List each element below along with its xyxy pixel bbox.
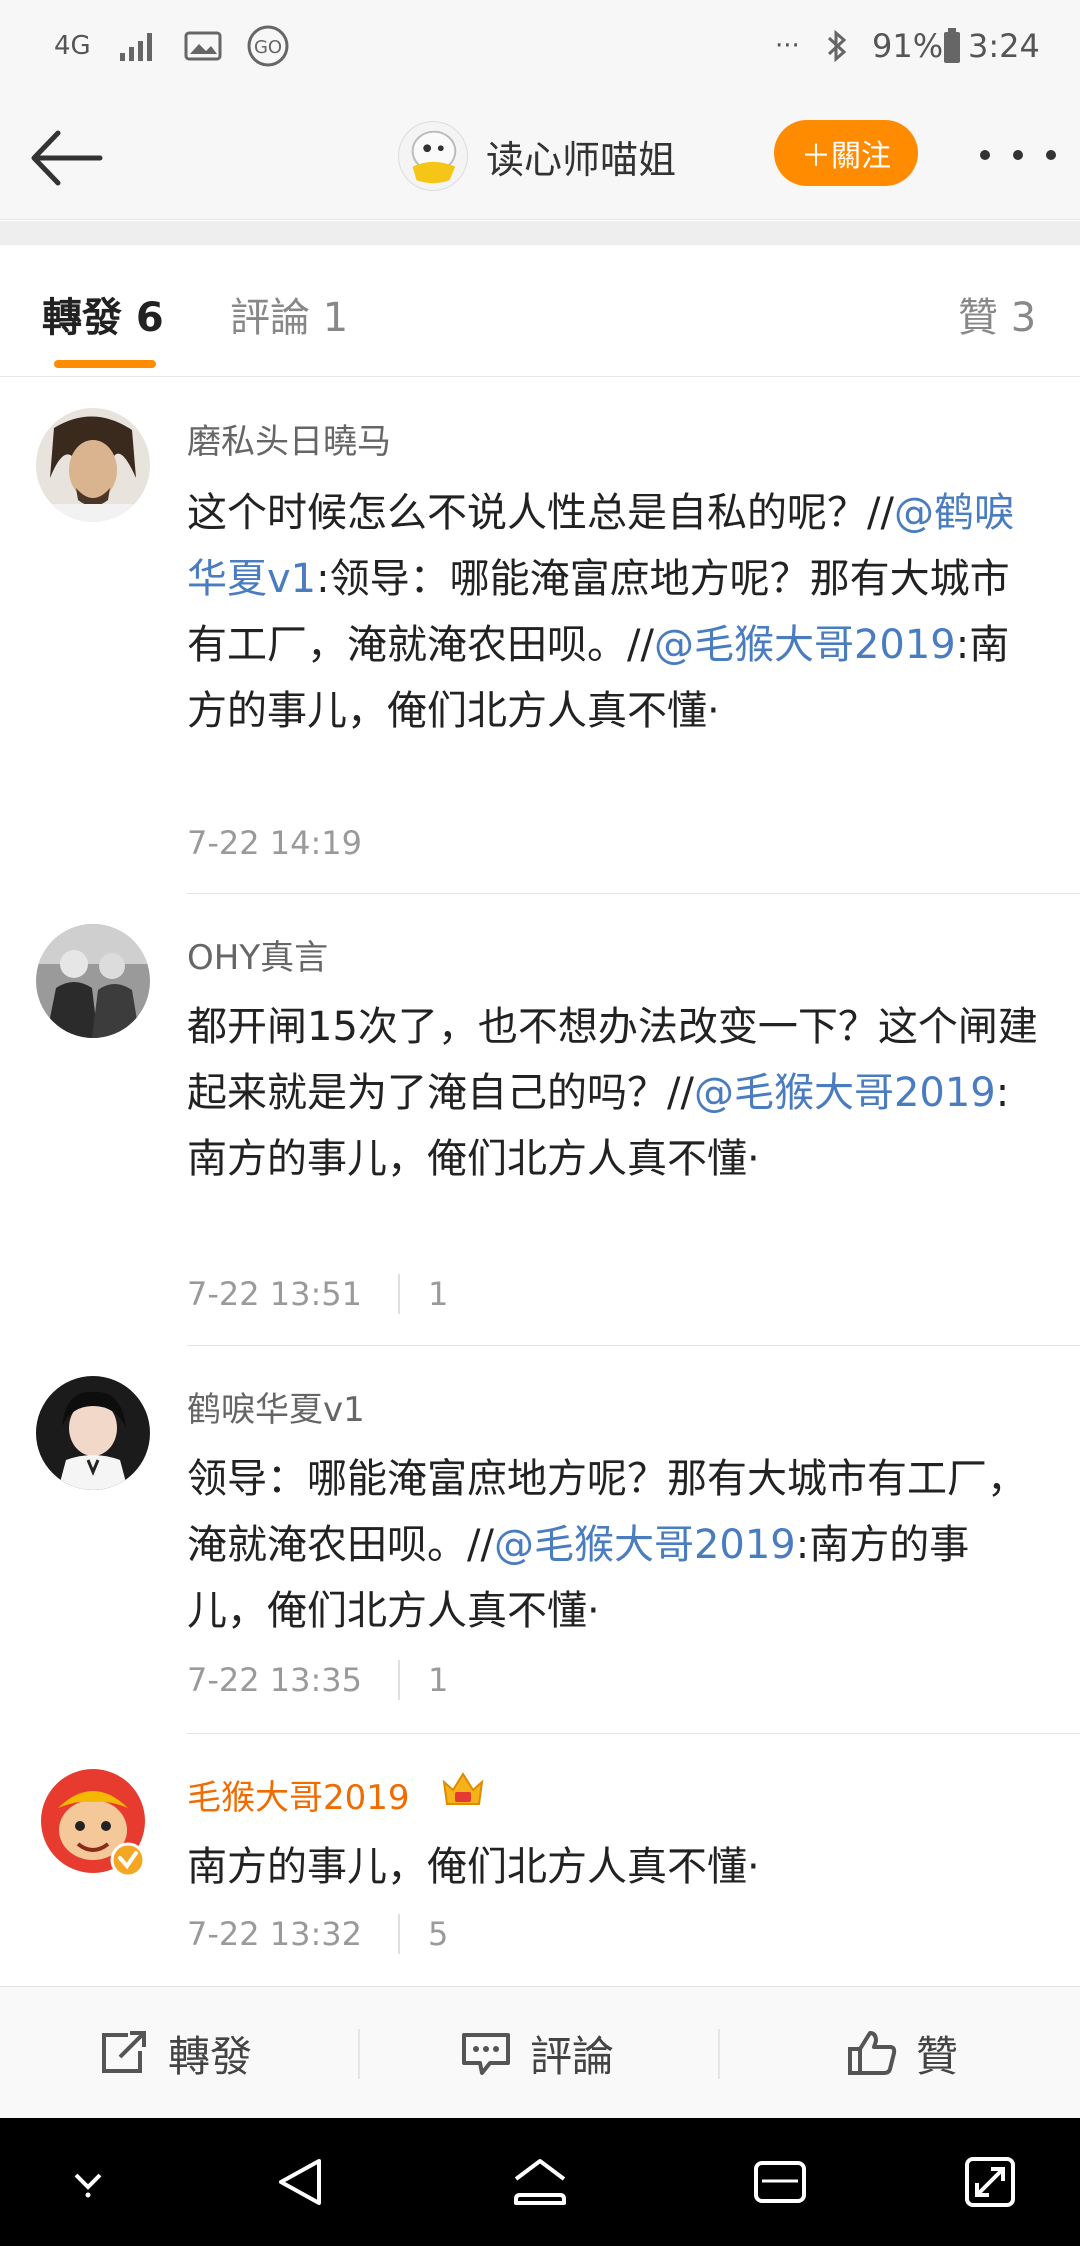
profile-name: 读心师喵姐 [486,137,677,182]
tab-comments[interactable]: 評論 1 [230,285,348,343]
tab-likes[interactable]: 贊 3 [958,285,1036,343]
comment-icon [462,2033,510,2075]
network-indicator: 4G [54,24,91,68]
system-nav-bar [0,2118,1080,2246]
clock: 3:24 [968,27,1040,65]
list-item[interactable]: 磨私头日曉马 这个时候怎么不说人性总是自私的呢？//@鹤唳华夏v1:领导：哪能淹… [0,378,1080,894]
like-count[interactable]: 1 [428,1661,448,1699]
mention-link[interactable]: @毛猴大哥2019 [694,1070,996,1116]
username[interactable]: OHY真言 [187,930,328,979]
meta-separator [398,1274,401,1314]
svg-text:GO: GO [254,37,282,58]
avatar[interactable] [36,408,150,522]
section-gap [0,221,1080,245]
bottom-action-bar: 轉發 評論 贊 [0,1986,1080,2118]
post-meta: 7-22 13:32 5 [187,1914,448,1954]
list-item[interactable]: 鹤唳华夏v1 领导：哪能淹富庶地方呢？那有大城市有工厂，淹就淹农田呗。//@毛猴… [0,1346,1080,1734]
post-meta: 7-22 13:51 1 [187,1274,448,1314]
home-icon [514,2159,566,2205]
comment-label: 評論 [530,2031,615,2081]
nav-back-button[interactable] [270,2152,330,2212]
battery-icon [942,24,962,68]
vip-crown-icon [440,1768,486,1814]
more-dot-icon [1013,150,1023,160]
thumbs-up-icon [848,2031,897,2075]
like-count[interactable]: 1 [428,1275,448,1313]
bluetooth-icon [824,24,850,68]
back-button[interactable] [24,116,108,200]
back-triangle-icon [279,2159,321,2205]
post-text: 这个时候怎么不说人性总是自私的呢？//@鹤唳华夏v1:领导：哪能淹富庶地方呢？那… [187,490,1014,734]
back-arrow-icon [31,130,103,186]
mention-link[interactable]: @毛猴大哥2019 [494,1522,796,1568]
expand-icon [965,2157,1015,2207]
battery-percent: 91% [872,27,944,65]
timestamp: 7-22 14:19 [187,824,363,862]
recents-icon [754,2161,806,2203]
tab-reposts[interactable]: 轉發 6 [42,285,164,343]
nav-recents-button[interactable] [750,2152,810,2212]
list-item[interactable]: OHY真言 都开闸15次了，也不想办法改变一下？这个闸建起来就是为了淹自己的吗？… [0,894,1080,1346]
action-separator [358,2029,360,2079]
chevron-down-icon [74,2173,102,2198]
username[interactable]: 毛猴大哥2019 [187,1770,410,1819]
hide-keyboard-button[interactable] [58,2152,118,2212]
tab-bar: 轉發 6 評論 1 贊 3 [0,245,1080,377]
gallery-icon [184,24,222,68]
timestamp: 7-22 13:51 [187,1275,363,1313]
more-dot-icon [980,150,990,160]
post-meta: 7-22 13:35 1 [187,1660,448,1700]
timestamp: 7-22 13:32 [187,1915,363,1953]
username[interactable]: 磨私头日曉马 [187,414,391,463]
timestamp: 7-22 13:35 [187,1661,363,1699]
comment-button[interactable]: 評論 [460,1987,614,2119]
repost-label: 轉發 [168,2031,253,2081]
profile-title[interactable]: 读心师喵姐 [398,114,676,198]
avatar[interactable] [36,924,150,1038]
repost-icon [102,2031,146,2073]
post-meta: 7-22 14:19 [187,824,362,862]
go-app-icon: GO [246,24,290,68]
action-separator [718,2029,720,2079]
nav-home-button[interactable] [510,2152,570,2212]
repost-button[interactable]: 轉發 [98,1987,252,2119]
signal-icon [118,24,160,68]
list-item[interactable]: 毛猴大哥2019 南方的事儿，俺们北方人真不懂· 7-22 13:32 5 [0,1734,1080,1986]
more-status: ··· [775,31,800,61]
screen-rotate-button[interactable] [960,2152,1020,2212]
active-tab-indicator [54,360,156,368]
avatar[interactable] [36,1764,150,1878]
follow-button[interactable]: ＋關注 [774,120,918,186]
mention-link[interactable]: @毛猴大哥2019 [654,622,956,668]
post-text: 南方的事儿，俺们北方人真不懂· [187,1844,760,1890]
post-text: 都开闸15次了，也不想办法改变一下？这个闸建起来就是为了淹自己的吗？//@毛猴大… [187,1004,1038,1182]
meta-separator [398,1914,401,1954]
post-text: 领导：哪能淹富庶地方呢？那有大城市有工厂，淹就淹农田呗。//@毛猴大哥2019:… [187,1456,1027,1634]
username[interactable]: 鹤唳华夏v1 [187,1382,365,1431]
top-nav-bar: 读心师喵姐 ＋關注 [0,90,1080,220]
more-dot-icon [1046,150,1056,160]
header-avatar [398,121,468,191]
more-options-button[interactable] [976,130,1060,180]
like-label: 贊 [916,2031,959,2081]
like-button[interactable]: 贊 [846,1987,958,2119]
avatar[interactable] [36,1376,150,1490]
network-type: 4G [54,31,91,61]
like-count[interactable]: 5 [428,1915,448,1953]
status-bar: 4G GO ··· 91% 3:24 [0,0,1080,90]
meta-separator [398,1660,401,1700]
